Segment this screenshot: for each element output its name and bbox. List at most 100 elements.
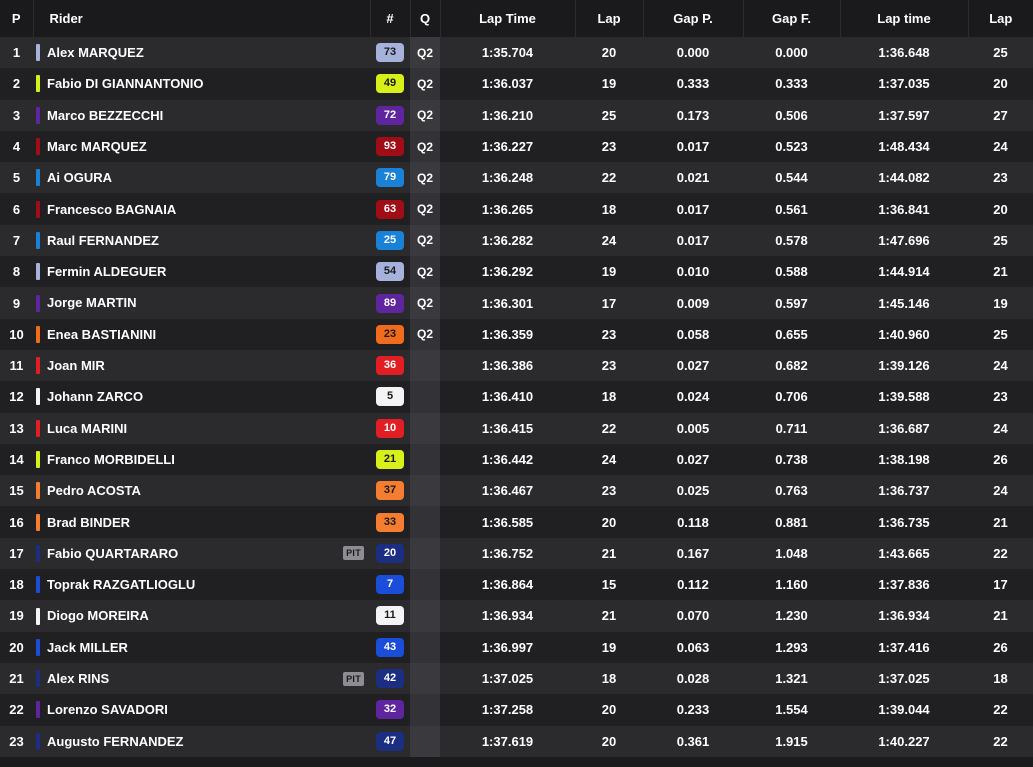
number-cell: 93 xyxy=(370,131,410,162)
table-row[interactable]: 6 Francesco BAGNAIA 63 Q2 1:36.265 18 0.017 0.5… xyxy=(0,193,1033,225)
table-row[interactable]: 20 Jack MILLER 43 1:36.997 19 0.063 1.293 1:37.… xyxy=(0,631,1033,663)
rider-cell[interactable]: Pedro ACOSTA xyxy=(33,475,370,506)
rider-cell[interactable]: Luca MARINI xyxy=(33,413,370,444)
position-cell: 8 xyxy=(12,264,21,280)
gap-first-cell: 0.000 xyxy=(775,45,808,61)
rider-cell[interactable]: Francesco BAGNAIA xyxy=(33,193,370,224)
rider-cell[interactable]: Jack MILLER xyxy=(33,632,370,663)
rider-cell[interactable]: Alex MARQUEZ xyxy=(33,37,370,68)
col-header-lap[interactable]: Lap xyxy=(574,0,643,37)
table-row[interactable]: 19 Diogo MOREIRA 11 1:36.934 21 0.070 1.230 1:3… xyxy=(0,600,1033,632)
rider-cell[interactable]: Diogo MOREIRA xyxy=(33,600,370,631)
team-color-bar xyxy=(36,44,40,62)
last-lap-number-cell: 25 xyxy=(993,232,1008,248)
rider-cell[interactable]: Augusto FERNANDEZ xyxy=(33,726,370,757)
gap-previous-cell: 0.024 xyxy=(676,389,710,405)
gap-first-cell: 0.655 xyxy=(775,326,808,342)
rider-name: Brad BINDER xyxy=(47,514,131,530)
table-row[interactable]: 13 Luca MARINI 10 1:36.415 22 0.005 0.711 1:36.… xyxy=(0,412,1033,444)
rider-number-badge: 63 xyxy=(376,199,404,219)
rider-cell[interactable]: Franco MORBIDELLI xyxy=(33,444,370,475)
team-color-bar xyxy=(36,263,40,281)
rider-cell[interactable]: Lorenzo SAVADORI xyxy=(33,694,370,725)
table-row[interactable]: 15 Pedro ACOSTA 37 1:36.467 23 0.025 0.763 1:36… xyxy=(0,475,1033,507)
last-lap-time-cell: 1:47.696 xyxy=(878,232,930,248)
table-row[interactable]: 4 Marc MARQUEZ 93 Q2 1:36.227 23 0.017 0.523 1:4… xyxy=(0,130,1033,163)
best-lap-number-cell: 19 xyxy=(601,76,617,92)
table-row[interactable]: 17 Fabio QUARTARARO PIT 20 1:36.752 21 0.167 1.… xyxy=(0,537,1033,570)
rider-cell[interactable]: Johann ZARCO xyxy=(33,381,370,412)
team-color-bar xyxy=(36,231,40,249)
table-row[interactable]: 16 Brad BINDER 33 1:36.585 20 0.118 0.881 1:36.… xyxy=(0,506,1033,538)
table-row[interactable]: 10 Enea BASTIANINI 23 Q2 1:36.359 23 0.058 0.65… xyxy=(0,318,1033,350)
col-header-last-lap[interactable]: Lap xyxy=(967,0,1033,37)
number-cell: 89 xyxy=(370,287,410,318)
table-row[interactable]: 18 Toprak RAZGATLIOGLU 7 1:36.864 15 0.112 1.1… xyxy=(0,569,1033,601)
col-header-number[interactable]: # xyxy=(369,0,410,37)
table-row[interactable]: 2 Fabio DI GIANNANTONIO 49 Q2 1:36.037 19 0.33… xyxy=(0,68,1033,100)
team-color-bar xyxy=(36,607,40,625)
table-row[interactable]: 8 Fermin ALDEGUER 54 Q2 1:36.292 19 0.010 0.588… xyxy=(0,256,1033,288)
table-row[interactable]: 7 Raul FERNANDEZ 25 Q2 1:36.282 24 0.017 0.578 1… xyxy=(0,224,1033,257)
rider-number-badge: 23 xyxy=(376,324,404,344)
table-row[interactable]: 21 Alex RINS PIT 42 1:37.025 18 0.028 1.321 1:37… xyxy=(0,662,1033,695)
team-color-bar xyxy=(36,75,40,93)
last-lap-number-cell: 21 xyxy=(993,264,1008,280)
rider-cell[interactable]: Alex RINS PIT xyxy=(33,663,370,694)
best-lap-number-cell: 23 xyxy=(601,483,617,499)
table-row[interactable]: 23 Augusto FERNANDEZ 47 1:37.619 20 0.361 1.91… xyxy=(0,725,1033,757)
best-lap-number-cell: 15 xyxy=(601,577,617,593)
col-header-last-lap-time[interactable]: Lap time xyxy=(839,0,968,37)
last-lap-number-cell: 21 xyxy=(993,608,1008,624)
rider-number-badge: 10 xyxy=(376,418,404,438)
rider-cell[interactable]: Brad BINDER xyxy=(33,506,370,537)
rider-cell[interactable]: Marc MARQUEZ xyxy=(33,131,370,162)
col-header-q[interactable]: Q xyxy=(409,0,440,37)
best-lap-time-cell: 1:36.210 xyxy=(481,107,534,123)
team-color-bar xyxy=(36,670,40,688)
rider-cell[interactable]: Ai OGURA xyxy=(33,162,370,193)
best-lap-time-cell: 1:36.467 xyxy=(481,483,534,499)
best-lap-time-cell: 1:36.997 xyxy=(481,639,534,655)
rider-cell[interactable]: Jorge MARTIN xyxy=(33,287,370,318)
rider-cell[interactable]: Toprak RAZGATLIOGLU xyxy=(33,569,370,600)
col-header-gap-previous[interactable]: Gap P. xyxy=(642,0,743,37)
position-cell: 23 xyxy=(9,733,24,749)
position-cell: 3 xyxy=(12,107,21,123)
team-color-bar xyxy=(36,388,40,406)
last-lap-time-cell: 1:40.960 xyxy=(878,326,930,342)
table-row[interactable]: 22 Lorenzo SAVADORI 32 1:37.258 20 0.233 1.554… xyxy=(0,694,1033,726)
col-header-rider[interactable]: Rider xyxy=(32,0,370,37)
rider-cell[interactable]: Fabio QUARTARARO PIT xyxy=(33,538,370,569)
gap-previous-cell: 0.058 xyxy=(676,326,710,342)
qualifying-cell: Q2 xyxy=(410,99,440,131)
rider-cell[interactable]: Fabio DI GIANNANTONIO xyxy=(33,68,370,99)
rider-cell[interactable]: Raul FERNANDEZ xyxy=(33,225,370,256)
team-color-bar xyxy=(36,513,40,531)
best-lap-time-cell: 1:36.386 xyxy=(481,358,534,374)
table-row[interactable]: 9 Jorge MARTIN 89 Q2 1:36.301 17 0.009 0.597 1:4… xyxy=(0,287,1033,319)
rider-cell[interactable]: Marco BEZZECCHI xyxy=(33,100,370,131)
gap-previous-cell: 0.000 xyxy=(676,45,710,61)
col-header-gap-first[interactable]: Gap F. xyxy=(742,0,840,37)
col-header-lap-time[interactable]: Lap Time xyxy=(439,0,575,37)
best-lap-number-cell: 18 xyxy=(601,671,617,687)
table-row[interactable]: 5 Ai OGURA 79 Q2 1:36.248 22 0.021 0.544 1:44.08… xyxy=(0,162,1033,194)
table-row[interactable]: 14 Franco MORBIDELLI 21 1:36.442 24 0.027 0.73… xyxy=(0,443,1033,476)
table-row[interactable]: 3 Marco BEZZECCHI 72 Q2 1:36.210 25 0.173 0.506… xyxy=(0,99,1033,131)
rider-number-badge: 33 xyxy=(376,512,404,532)
rider-cell[interactable]: Joan MIR xyxy=(33,350,370,381)
col-header-position[interactable]: P xyxy=(0,0,33,37)
table-row[interactable]: 12 Johann ZARCO 5 1:36.410 18 0.024 0.706 1:39.… xyxy=(0,381,1033,413)
last-lap-number-cell: 22 xyxy=(993,733,1008,749)
qualifying-cell xyxy=(410,662,440,695)
rider-cell[interactable]: Enea BASTIANINI xyxy=(33,319,370,350)
rider-number-badge: 32 xyxy=(376,700,404,720)
table-row[interactable]: 1 Alex MARQUEZ 73 Q2 1:35.704 20 0.000 0.000 1:3… xyxy=(0,37,1033,69)
table-row[interactable]: 11 Joan MIR 36 1:36.386 23 0.027 0.682 1:39.126… xyxy=(0,349,1033,382)
best-lap-number-cell: 25 xyxy=(601,107,617,123)
rider-name: Fermin ALDEGUER xyxy=(47,264,167,280)
last-lap-number-cell: 27 xyxy=(993,107,1008,123)
best-lap-time-cell: 1:36.265 xyxy=(481,201,534,217)
rider-cell[interactable]: Fermin ALDEGUER xyxy=(33,256,370,287)
